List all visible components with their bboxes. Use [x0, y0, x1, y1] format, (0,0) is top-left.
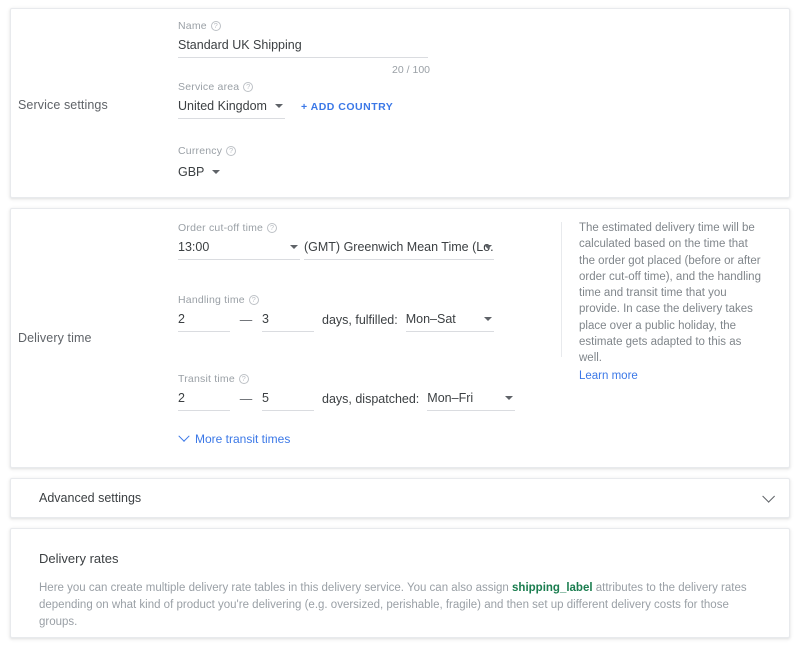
handling-time-suffix: days, fulfilled: — [314, 313, 406, 332]
currency-select-value: GBP — [178, 165, 204, 179]
help-divider — [561, 222, 562, 357]
chevron-down-icon[interactable] — [762, 490, 775, 503]
handling-range-dash: — — [230, 313, 262, 332]
delivery-rates-description: Here you can create multiple delivery ra… — [39, 580, 761, 631]
transit-range-dash: — — [230, 392, 262, 411]
help-icon[interactable] — [243, 82, 253, 92]
chevron-down-icon — [212, 170, 220, 174]
add-country-button[interactable]: + ADD COUNTRY — [301, 99, 393, 113]
chevron-down-icon — [275, 104, 283, 108]
help-text-body: The estimated delivery time will be calc… — [579, 222, 761, 364]
transit-time-label-text: Transit time — [178, 373, 235, 385]
delivery-rates-title: Delivery rates — [39, 551, 118, 566]
currency-label: Currency — [178, 145, 236, 157]
handling-time-label: Handling time — [178, 294, 494, 306]
transit-time-max-input[interactable] — [262, 391, 314, 411]
cutoff-label: Order cut-off time — [178, 222, 494, 234]
help-icon[interactable] — [211, 21, 221, 31]
timezone-select[interactable]: (GMT) Greenwich Mean Time (Lo... — [304, 240, 494, 260]
help-icon[interactable] — [249, 295, 259, 305]
name-label-text: Name — [178, 20, 207, 32]
transit-time-label: Transit time — [178, 373, 515, 385]
chevron-down-icon — [290, 245, 298, 249]
country-select-value: United Kingdom — [178, 99, 267, 113]
handling-time-max-input[interactable] — [262, 312, 314, 332]
service-area-field-group: Service area United Kingdom + ADD COUNTR… — [178, 81, 393, 119]
help-icon[interactable] — [239, 374, 249, 384]
shipping-service-settings-page: Service settings Name 20 / 100 Service a… — [0, 0, 800, 666]
currency-label-text: Currency — [178, 145, 222, 157]
cutoff-time-select[interactable]: 13:00 — [178, 240, 300, 260]
name-character-counter: 20 / 100 — [178, 64, 430, 76]
help-icon[interactable] — [226, 146, 236, 156]
cutoff-time-value: 13:00 — [178, 240, 209, 254]
delivery-time-help-text: The estimated delivery time will be calc… — [579, 220, 763, 384]
more-transit-times-label: More transit times — [195, 432, 290, 446]
advanced-settings-title: Advanced settings — [39, 491, 141, 505]
cutoff-field-group: Order cut-off time 13:00 (GMT) Greenwich… — [178, 222, 494, 260]
timezone-value: (GMT) Greenwich Mean Time (Lo... — [304, 240, 494, 254]
cutoff-label-text: Order cut-off time — [178, 222, 263, 234]
handling-time-row: — days, fulfilled: Mon–Sat — [178, 312, 494, 332]
transit-time-row: — days, dispatched: Mon–Fri — [178, 391, 515, 411]
delivery-time-section-label: Delivery time — [18, 331, 92, 345]
handling-time-min-input[interactable] — [178, 312, 230, 332]
advanced-settings-card[interactable]: Advanced settings — [10, 478, 790, 518]
currency-field-group: Currency GBP — [178, 145, 236, 184]
service-area-label-text: Service area — [178, 81, 239, 93]
handling-time-label-text: Handling time — [178, 294, 245, 306]
country-select[interactable]: United Kingdom — [178, 99, 285, 119]
name-label: Name — [178, 20, 598, 32]
transit-days-select[interactable]: Mon–Fri — [427, 391, 515, 411]
shipping-label-highlight: shipping_label — [512, 582, 593, 594]
chevron-down-icon — [178, 431, 189, 442]
handling-days-select[interactable]: Mon–Sat — [406, 312, 494, 332]
handling-time-field-group: Handling time — days, fulfilled: Mon–Sat — [178, 294, 494, 332]
chevron-down-icon — [484, 317, 492, 321]
delivery-rates-desc-part1: Here you can create multiple delivery ra… — [39, 582, 512, 594]
transit-time-min-input[interactable] — [178, 391, 230, 411]
learn-more-link[interactable]: Learn more — [579, 368, 763, 384]
more-transit-times-button[interactable]: More transit times — [180, 432, 290, 446]
service-area-label: Service area — [178, 81, 393, 93]
delivery-rates-card: Delivery rates Here you can create multi… — [10, 528, 790, 638]
chevron-down-icon — [484, 245, 492, 249]
help-icon[interactable] — [267, 223, 277, 233]
transit-days-value: Mon–Fri — [427, 391, 473, 405]
currency-select[interactable]: GBP — [178, 165, 222, 184]
service-settings-section-label: Service settings — [18, 98, 108, 112]
transit-time-suffix: days, dispatched: — [314, 392, 427, 411]
advanced-settings-header[interactable]: Advanced settings — [11, 479, 789, 517]
chevron-down-icon — [505, 396, 513, 400]
handling-days-value: Mon–Sat — [406, 312, 456, 326]
transit-time-field-group: Transit time — days, dispatched: Mon–Fri — [178, 373, 515, 411]
name-input[interactable] — [178, 38, 428, 58]
name-field-group: Name — [178, 20, 598, 58]
